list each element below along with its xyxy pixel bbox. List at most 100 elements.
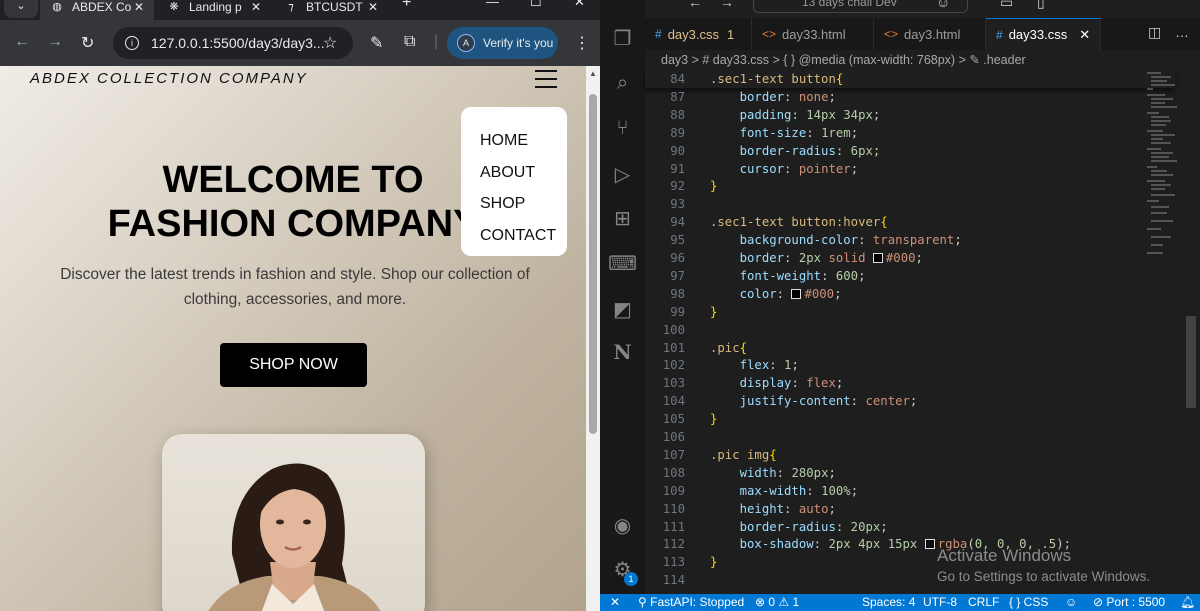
code-line[interactable]: 91 cursor: pointer; — [645, 160, 1175, 178]
shop-now-button[interactable]: SHOP NOW — [220, 343, 367, 387]
verify-profile-button[interactable]: A Verify it's you — [447, 27, 558, 59]
site-brand-logo[interactable]: ABDEX COLLECTION COMPANY — [30, 70, 308, 87]
notion-icon[interactable]: N — [600, 340, 645, 364]
remote-explorer-icon[interactable]: ⌨ — [600, 251, 645, 276]
more-actions-icon[interactable]: … — [1175, 24, 1189, 40]
editor-tab-day33-html[interactable]: <> day33.html — [752, 18, 874, 50]
new-tab-button[interactable]: + — [402, 0, 411, 12]
code-line[interactable]: 100 — [645, 321, 1175, 339]
color-swatch[interactable] — [924, 539, 935, 550]
browser-tab-3[interactable]: ⁊ BTCUSDT ✕ — [274, 0, 388, 20]
gear-icon[interactable]: ⚙ — [600, 557, 645, 582]
scrollbar-thumb[interactable] — [589, 94, 597, 434]
source-control-icon[interactable]: ⑂ — [600, 117, 645, 140]
nav-link-about[interactable]: ABOUT — [480, 157, 567, 189]
nav-link-contact[interactable]: CONTACT — [480, 220, 567, 252]
close-icon[interactable]: ✕ — [368, 0, 378, 14]
run-debug-icon[interactable]: ▷ — [600, 162, 645, 187]
extensions-icon[interactable]: ⊞ — [600, 206, 645, 231]
browser-tab-1[interactable]: ◍ ABDEX Co ✕ — [40, 0, 154, 20]
code-text: justify-content: center; — [710, 394, 918, 409]
copilot-status-icon[interactable]: ☺ — [1065, 595, 1077, 609]
code-line[interactable]: 89 font-size: 1rem; — [645, 124, 1175, 142]
code-line[interactable]: 99} — [645, 303, 1175, 321]
minimize-icon[interactable]: — — [486, 0, 499, 9]
vscode-title-bar: ◆ ← → 13 days chall Dev ☺ ▭ ▯ — [600, 0, 1200, 18]
code-line[interactable]: 103 display: flex; — [645, 374, 1175, 392]
eyedropper-icon[interactable]: ✎ — [370, 33, 383, 53]
layout-panel-icon[interactable]: ▭ — [1000, 0, 1013, 11]
color-swatch[interactable] — [872, 253, 883, 263]
line-number: 99 — [670, 304, 685, 319]
extensions-icon[interactable]: ⧉ — [404, 33, 415, 51]
code-line[interactable]: 108 width: 280px; — [645, 464, 1175, 482]
indentation-indicator[interactable]: Spaces: 4 — [862, 595, 915, 609]
nav-link-shop[interactable]: SHOP — [480, 188, 567, 220]
editor-tab-day3-css[interactable]: # day3.css 1 — [645, 18, 752, 50]
notifications-bell-icon[interactable]: 🔔︎ — [1180, 595, 1195, 609]
code-line[interactable]: 101 .pic{ — [645, 339, 1175, 357]
window-close-icon[interactable]: ✕ — [574, 0, 585, 10]
accounts-icon[interactable]: ◉ — [600, 513, 645, 538]
code-line[interactable]: 98 color: #000; — [645, 285, 1175, 303]
code-line[interactable]: 87 border: none; — [645, 88, 1175, 106]
code-editor[interactable]: 84 .sec1-text button{87 border: none; 88 p… — [645, 70, 1175, 594]
back-arrow-icon[interactable]: ← — [14, 33, 30, 51]
breadcrumb[interactable]: day3 > # day33.css > { } @media (max-wid… — [661, 52, 1026, 67]
code-line[interactable]: 109 max-width: 100%; — [645, 482, 1175, 500]
code-line[interactable]: 90 border-radius: 6px; — [645, 142, 1175, 160]
editor-tab-day33-css[interactable]: # day33.css ✕ — [986, 18, 1101, 50]
nav-link-home[interactable]: HOME — [480, 125, 567, 157]
browser-tab-2[interactable]: ❋ Landing p ✕ — [157, 0, 271, 20]
code-line[interactable]: 94 .sec1-text button:hover{ — [645, 213, 1175, 231]
bookmark-star-icon[interactable]: ☆ — [323, 33, 337, 53]
code-line[interactable]: 95 background-color: transparent; — [645, 231, 1175, 249]
split-editor-icon[interactable]: ◫ — [1148, 24, 1161, 41]
fastapi-status[interactable]: ⚲ FastAPI: Stopped — [638, 595, 744, 609]
code-line[interactable]: 92} — [645, 177, 1175, 195]
code-line[interactable]: 106 — [645, 428, 1175, 446]
code-line[interactable]: 96 border: 2px solid #000; — [645, 249, 1175, 267]
code-line[interactable]: 97 font-weight: 600; — [645, 267, 1175, 285]
search-icon[interactable]: ⌕ — [600, 72, 645, 95]
eol-indicator[interactable]: CRLF — [968, 595, 999, 609]
line-number: 98 — [670, 286, 685, 301]
forward-arrow-icon[interactable]: → — [720, 0, 734, 10]
editor-tab-day3-html[interactable]: <> day3.html — [874, 18, 986, 50]
chart-icon[interactable]: ◩ — [600, 297, 645, 322]
code-line[interactable]: 111 border-radius: 20px; — [645, 518, 1175, 536]
code-line[interactable]: 93 — [645, 195, 1175, 213]
code-line[interactable]: 110 height: auto; — [645, 500, 1175, 518]
page-scrollbar[interactable]: ▲ — [586, 66, 600, 611]
hamburger-menu-icon[interactable] — [535, 70, 557, 88]
info-icon[interactable]: i — [125, 36, 139, 50]
code-line[interactable]: 102 flex: 1; — [645, 356, 1175, 374]
color-swatch[interactable] — [791, 288, 802, 299]
close-icon[interactable]: ✕ — [251, 0, 261, 14]
remote-indicator[interactable]: ✕ — [610, 595, 620, 609]
back-arrow-icon[interactable]: ← — [688, 0, 702, 10]
live-server-port[interactable]: ⊘ Port : 5500 — [1093, 595, 1165, 609]
close-icon[interactable]: ✕ — [1079, 27, 1090, 43]
explorer-files-icon[interactable]: ❐ — [600, 26, 645, 51]
copilot-icon[interactable]: ☺ — [936, 0, 950, 10]
tab-search-button[interactable]: ⌄ — [4, 0, 38, 18]
code-line[interactable]: 88 padding: 14px 34px; — [645, 106, 1175, 124]
editor-scrollbar-thumb[interactable] — [1186, 316, 1196, 408]
reload-icon[interactable]: ↻ — [81, 33, 94, 53]
code-text: height: auto; — [710, 501, 836, 516]
encoding-indicator[interactable]: UTF-8 — [923, 595, 957, 609]
address-bar[interactable]: i 127.0.0.1:5500/day3/day3... — [113, 27, 353, 59]
kebab-menu-icon[interactable]: ⋮ — [574, 33, 590, 53]
code-line[interactable]: 105} — [645, 410, 1175, 428]
language-mode-indicator[interactable]: { } CSS — [1009, 595, 1048, 609]
scroll-up-arrow-icon[interactable]: ▲ — [589, 69, 597, 78]
problems-indicator[interactable]: ⊗ 0 ⚠ 1 — [755, 595, 799, 609]
layout-sidebar-icon[interactable]: ▯ — [1037, 0, 1045, 11]
maximize-icon[interactable]: ☐ — [530, 0, 542, 10]
close-icon[interactable]: ✕ — [134, 0, 144, 14]
forward-arrow-icon[interactable]: → — [47, 33, 63, 51]
code-line[interactable]: 104 justify-content: center; — [645, 392, 1175, 410]
code-line[interactable]: 107 .pic img{ — [645, 446, 1175, 464]
code-line[interactable]: 84 .sec1-text button{ — [645, 70, 1175, 88]
